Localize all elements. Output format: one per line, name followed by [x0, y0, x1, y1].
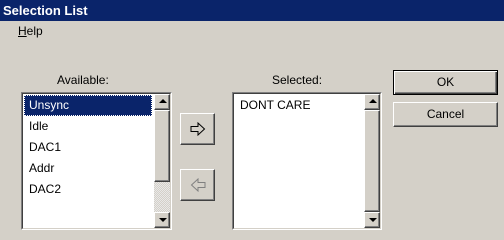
available-scroll-down-button[interactable] [154, 212, 170, 228]
available-list-item[interactable]: Addr [24, 158, 152, 179]
arrow-left-outline-icon [190, 178, 205, 192]
window-title: Selection List [3, 3, 88, 18]
ok-button-label: OK [436, 75, 455, 89]
available-label: Available: [57, 73, 109, 87]
menu-bar: Help [0, 21, 504, 41]
available-items: Unsync Idle DAC1 Addr DAC2 [24, 95, 152, 227]
selected-scrollbar[interactable] [364, 94, 380, 228]
ok-button[interactable]: OK [393, 70, 498, 95]
selected-list-item[interactable]: DONT CARE [235, 95, 362, 116]
arrow-right-outline-icon [190, 122, 205, 136]
selected-listbox[interactable]: DONT CARE [232, 92, 382, 230]
triangle-down-icon [369, 218, 377, 222]
selected-items: DONT CARE [235, 95, 362, 227]
available-list-item[interactable]: DAC1 [24, 137, 152, 158]
title-bar[interactable]: Selection List [0, 0, 504, 21]
triangle-up-icon [369, 99, 377, 103]
selected-scroll-thumb[interactable] [364, 110, 380, 212]
remove-from-selected-button[interactable] [180, 169, 215, 201]
menu-help-label: elp [26, 24, 43, 38]
selection-list-window: Selection List Help Available: Unsync Idl… [0, 0, 504, 240]
menu-help-accelerator: H [18, 24, 27, 38]
menu-help[interactable]: Help [17, 24, 44, 38]
selected-label: Selected: [272, 73, 323, 87]
available-list-item[interactable]: Unsync [24, 95, 152, 116]
available-scrollbar[interactable] [154, 94, 170, 228]
add-to-selected-button[interactable] [180, 113, 215, 145]
available-listbox[interactable]: Unsync Idle DAC1 Addr DAC2 [21, 92, 172, 230]
available-list-item[interactable]: Idle [24, 116, 152, 137]
available-scroll-up-button[interactable] [154, 94, 170, 110]
cancel-button[interactable]: Cancel [393, 102, 498, 127]
selected-scroll-up-button[interactable] [364, 94, 380, 110]
selected-scroll-down-button[interactable] [364, 212, 380, 228]
triangle-up-icon [159, 99, 167, 103]
cancel-button-label: Cancel [426, 107, 465, 121]
triangle-down-icon [159, 218, 167, 222]
available-list-item[interactable]: DAC2 [24, 179, 152, 200]
available-scroll-thumb[interactable] [154, 110, 170, 182]
